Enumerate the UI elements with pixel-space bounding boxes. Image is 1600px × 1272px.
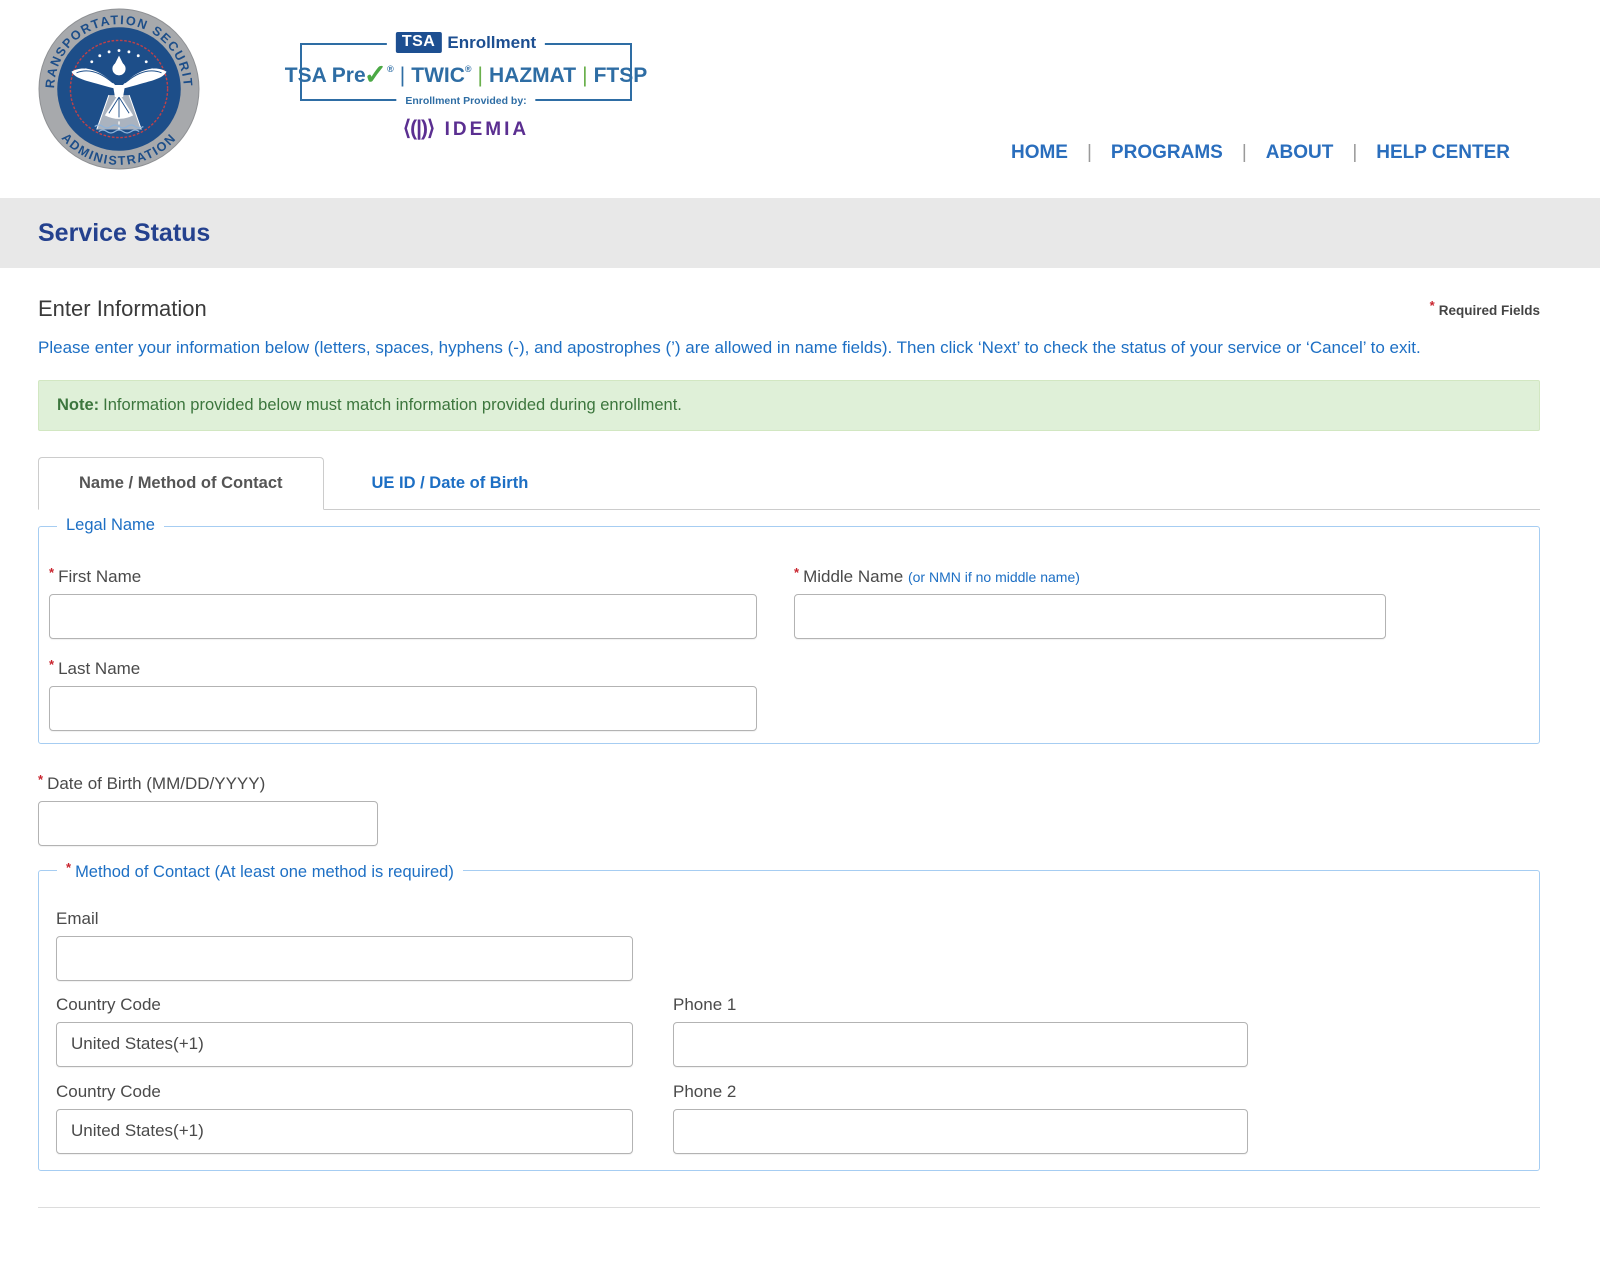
tsa-enrollment-logo: TSA Enrollment TSA Pre✓®|TWIC®|HAZMAT|FT… <box>300 30 632 141</box>
dob-label-text: Date of Birth (MM/DD/YYYY) <box>47 774 265 793</box>
method-of-contact-legend-text: Method of Contact (At least one method i… <box>75 863 454 881</box>
first-name-group: * First Name <box>49 565 757 639</box>
note-label: Note: <box>57 396 99 414</box>
program-separator: | <box>582 64 587 87</box>
registered-mark: ® <box>387 64 394 74</box>
method-of-contact-fieldset: *Method of Contact (At least one method … <box>38 870 1540 1171</box>
required-asterisk: * <box>49 657 54 672</box>
legal-name-legend: Legal Name <box>57 516 164 535</box>
required-asterisk: * <box>66 860 71 875</box>
idemia-wordmark: IDEMIA <box>445 119 530 140</box>
idemia-glyph-icon: ⟨(|)⟩ <box>403 117 434 140</box>
idemia-logo: ⟨(|)⟩ IDEMIA <box>300 116 632 141</box>
legal-name-fieldset: Legal Name *First Name *Middle Name (or … <box>38 526 1540 744</box>
middle-name-input[interactable] <box>794 594 1386 639</box>
last-name-group: * Last Name <box>49 657 757 731</box>
last-name-label: * Last Name <box>49 657 757 679</box>
country-code-1-label: Country Code <box>56 995 633 1015</box>
nav-separator: | <box>1352 142 1357 163</box>
required-fields-note: * Required Fields <box>1430 298 1540 318</box>
nav-separator: | <box>1242 142 1247 163</box>
dob-input[interactable] <box>38 801 378 846</box>
middle-name-label: * Middle Name (or NMN if no middle name) <box>794 565 1386 587</box>
phone-1-label: Phone 1 <box>673 995 1248 1015</box>
last-name-label-text: Last Name <box>58 659 140 678</box>
site-header: TRANSPORTATION SECURITY ADMINISTRATION <box>0 0 1600 198</box>
country-code-1-value: United States(+1) <box>71 1034 204 1054</box>
phone-2-label: Phone 2 <box>673 1082 1248 1102</box>
program-tsa-pre: TSA Pre <box>285 64 366 87</box>
nav-separator: | <box>1087 142 1092 163</box>
email-group: Email <box>56 909 1539 981</box>
middle-name-label-text: Middle Name <box>803 567 903 586</box>
nav-about[interactable]: ABOUT <box>1266 142 1334 163</box>
program-list: TSA Pre✓®|TWIC®|HAZMAT|FTSP <box>285 56 648 89</box>
enrollment-logo-title: TSA Enrollment <box>387 32 545 53</box>
phone-1-group: Phone 1 <box>673 995 1248 1067</box>
program-twic: TWIC <box>411 64 465 87</box>
first-name-label: * First Name <box>49 565 757 587</box>
note-text: Information provided below must match in… <box>103 396 682 414</box>
required-asterisk: * <box>794 565 799 580</box>
required-asterisk: * <box>1430 298 1435 313</box>
program-separator: | <box>400 64 405 87</box>
dob-group: * Date of Birth (MM/DD/YYYY) <box>38 772 1540 846</box>
country-code-1-group: Country Code United States(+1) <box>56 995 633 1067</box>
last-name-input[interactable] <box>49 686 757 731</box>
tab-bar: Name / Method of Contact UE ID / Date of… <box>38 457 1540 510</box>
program-ftsp: FTSP <box>594 64 648 87</box>
main-nav: HOME | PROGRAMS | ABOUT | HELP CENTER <box>1011 142 1510 164</box>
section-heading: Enter Information <box>38 296 207 322</box>
first-name-input[interactable] <box>49 594 757 639</box>
tsa-seal-logo: TRANSPORTATION SECURITY ADMINISTRATION <box>38 8 200 170</box>
nav-home[interactable]: HOME <box>1011 142 1068 163</box>
first-name-label-text: First Name <box>58 567 141 586</box>
email-input[interactable] <box>56 936 633 981</box>
nav-programs[interactable]: PROGRAMS <box>1111 142 1223 163</box>
country-code-2-value: United States(+1) <box>71 1121 204 1141</box>
note-box: Note:Information provided below must mat… <box>38 380 1540 431</box>
country-code-1-select[interactable]: United States(+1) <box>56 1022 633 1067</box>
email-label: Email <box>56 909 1539 929</box>
page-banner: Service Status <box>0 198 1600 268</box>
country-code-2-label: Country Code <box>56 1082 633 1102</box>
phone-2-input[interactable] <box>673 1109 1248 1154</box>
required-asterisk: * <box>49 565 54 580</box>
enrollment-logo-box: TSA Enrollment TSA Pre✓®|TWIC®|HAZMAT|FT… <box>300 43 632 101</box>
phone-2-group: Phone 2 <box>673 1082 1248 1154</box>
program-separator: | <box>478 64 483 87</box>
phone-1-input[interactable] <box>673 1022 1248 1067</box>
instructions-text: Please enter your information below (let… <box>38 334 1540 362</box>
registered-mark: ® <box>465 64 472 74</box>
program-hazmat: HAZMAT <box>489 64 576 87</box>
country-code-2-group: Country Code United States(+1) <box>56 1082 633 1154</box>
middle-name-group: * Middle Name (or NMN if no middle name) <box>794 565 1386 639</box>
required-fields-label: Required Fields <box>1439 303 1540 318</box>
main-content: Enter Information * Required Fields Pleas… <box>0 268 1600 1208</box>
nav-help-center[interactable]: HELP CENTER <box>1376 142 1510 163</box>
country-code-2-select[interactable]: United States(+1) <box>56 1109 633 1154</box>
required-asterisk: * <box>38 772 43 787</box>
tab-ueid-date-of-birth[interactable]: UE ID / Date of Birth <box>324 458 577 509</box>
middle-name-hint: (or NMN if no middle name) <box>908 569 1080 585</box>
enrollment-word: Enrollment <box>447 33 536 53</box>
bottom-divider <box>38 1207 1540 1208</box>
page-title: Service Status <box>38 219 210 248</box>
dob-label: * Date of Birth (MM/DD/YYYY) <box>38 772 1540 794</box>
method-of-contact-legend: * Method of Contact (At least one method … <box>57 860 463 882</box>
check-icon: ✓ <box>364 59 387 90</box>
enrollment-provided-by: Enrollment Provided by: <box>396 95 535 107</box>
tab-name-method-of-contact[interactable]: Name / Method of Contact <box>38 457 324 510</box>
tsa-badge: TSA <box>396 32 442 53</box>
